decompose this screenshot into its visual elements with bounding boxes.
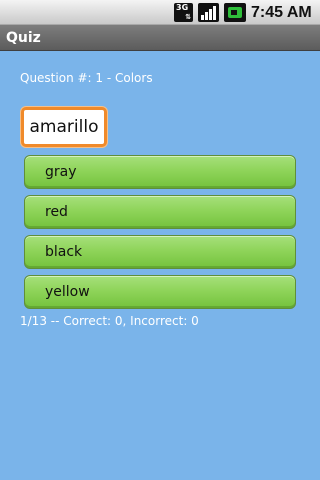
answer-button-yellow[interactable]: yellow xyxy=(24,275,296,309)
signal-strength-icon xyxy=(198,3,219,22)
answer-label: gray xyxy=(45,164,77,180)
network-3g-icon: 3G ⇅ xyxy=(174,3,193,22)
answer-button-gray[interactable]: gray xyxy=(24,155,296,189)
question-label: Question #: 1 - Colors xyxy=(20,71,153,85)
title-bar: Quiz xyxy=(0,25,320,51)
answer-label: red xyxy=(45,204,68,220)
clock: 7:45 AM xyxy=(251,4,312,21)
battery-icon xyxy=(224,3,246,22)
app-title: Quiz xyxy=(6,30,41,46)
answer-button-red[interactable]: red xyxy=(24,195,296,229)
score-status: 1/13 -- Correct: 0, Incorrect: 0 xyxy=(20,314,199,328)
answer-label: black xyxy=(45,244,83,260)
status-bar: 3G ⇅ 7:45 AM xyxy=(0,0,320,25)
network-type-label: 3G xyxy=(176,3,189,12)
data-activity-arrows: ⇅ xyxy=(185,13,191,21)
answer-button-black[interactable]: black xyxy=(24,235,296,269)
quiz-word: amarillo xyxy=(21,107,107,147)
answer-label: yellow xyxy=(45,284,90,300)
